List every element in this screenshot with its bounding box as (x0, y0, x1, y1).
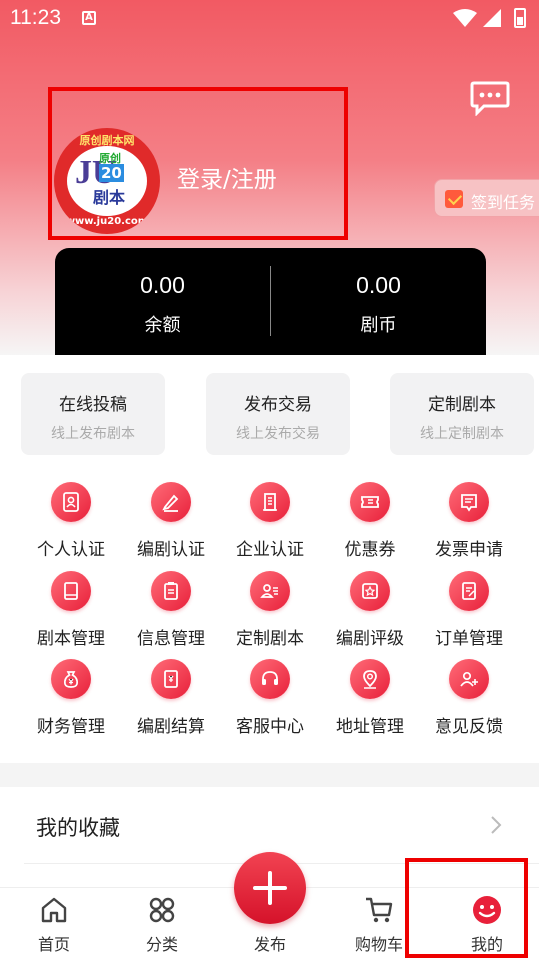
grid-invoice[interactable]: 发票申请 (415, 482, 523, 562)
grid-service-center[interactable]: 客服中心 (216, 659, 324, 739)
tab-label: 分类 (145, 935, 178, 954)
card-subtitle: 线上发布交易 (236, 426, 320, 442)
balance-label: 余额 (144, 315, 181, 336)
grid-company-cert[interactable]: 企业认证 (216, 482, 324, 562)
card-subtitle: 线上定制剧本 (420, 426, 504, 442)
grid-info-manage[interactable]: 信息管理 (117, 571, 225, 651)
feedback-icon (449, 659, 489, 699)
logo-number: 20 (99, 164, 124, 182)
headset-icon (250, 659, 290, 699)
grid-label: 优惠券 (344, 540, 396, 560)
grid-label: 发票申请 (435, 540, 503, 560)
category-icon (149, 897, 175, 923)
grid-custom-script[interactable]: 定制剧本 (216, 571, 324, 651)
grid-address-manage[interactable]: 地址管理 (316, 659, 424, 739)
status-bar: 11:23 A (0, 0, 539, 36)
checkin-label: 签到任务 (471, 193, 536, 212)
cart-icon (366, 897, 393, 923)
clipboard-icon (151, 571, 191, 611)
mine-highlight-box (405, 858, 528, 958)
grid-script-manage[interactable]: 剧本管理 (17, 571, 125, 651)
chevron-right-icon (491, 816, 502, 834)
grid-label: 编剧认证 (137, 540, 205, 560)
coin-value: 0.00 (356, 272, 401, 298)
grid-coupon[interactable]: 优惠券 (316, 482, 424, 562)
grid-label: 地址管理 (336, 717, 404, 737)
grid-label: 订单管理 (435, 629, 503, 649)
grid-label: 意见反馈 (435, 717, 503, 737)
checkin-task-button[interactable]: 签到任务 (434, 179, 539, 217)
grid-finance-manage[interactable]: 财务管理 (17, 659, 125, 739)
money-bag-icon (51, 659, 91, 699)
book-icon (51, 571, 91, 611)
grid-label: 剧本管理 (37, 629, 105, 649)
card-subtitle: 线上发布剧本 (51, 426, 135, 442)
grid-label: 个人认证 (37, 540, 105, 560)
grid-label: 编剧评级 (336, 629, 404, 649)
logo-script-name: 剧本 (93, 188, 126, 207)
balance-block[interactable]: 0.00 余额 (55, 248, 270, 356)
login-register-link[interactable]: 登录/注册 (177, 160, 277, 194)
grid-writer-rating[interactable]: 编剧评级 (316, 571, 424, 651)
ledger-icon (151, 659, 191, 699)
status-time: 11:23 (10, 6, 61, 29)
status-icons (453, 8, 526, 28)
grid-label: 编剧结算 (137, 717, 205, 737)
pen-icon (151, 482, 191, 522)
tab-category[interactable]: 分类 (122, 888, 202, 959)
favorites-title: 我的收藏 (36, 816, 120, 840)
grid-label: 定制剧本 (236, 629, 304, 649)
publish-fab-button[interactable] (234, 852, 306, 924)
card-publish-trade[interactable]: 发布交易 线上发布交易 (206, 373, 350, 455)
user-list-icon (250, 571, 290, 611)
signal-icon (483, 9, 501, 27)
card-title: 定制剧本 (428, 395, 496, 415)
grid-label: 信息管理 (137, 629, 205, 649)
logo-url-text: www.ju20.com (65, 216, 149, 227)
card-custom-script[interactable]: 定制剧本 线上定制剧本 (390, 373, 534, 455)
grid-writer-cert[interactable]: 编剧认证 (117, 482, 225, 562)
wifi-icon (453, 9, 477, 27)
notification-icon: A (82, 11, 96, 25)
grid-label: 客服中心 (236, 717, 304, 737)
coupon-icon (350, 482, 390, 522)
logo-inner-circle: JU 原创 20 剧本 (67, 146, 147, 216)
order-icon (449, 571, 489, 611)
grid-feedback[interactable]: 意见反馈 (415, 659, 523, 739)
grid-label: 企业认证 (236, 540, 304, 560)
person-card-icon (51, 482, 91, 522)
card-title: 在线投稿 (59, 395, 127, 415)
grid-label: 财务管理 (37, 717, 105, 737)
wallet-panel: 0.00 余额 0.00 剧币 (55, 248, 486, 356)
home-icon (41, 897, 67, 923)
building-icon (250, 482, 290, 522)
star-badge-icon (350, 571, 390, 611)
tab-label: 发布 (253, 935, 286, 954)
balance-value: 0.00 (140, 272, 185, 298)
grid-order-manage[interactable]: 订单管理 (415, 571, 523, 651)
grid-personal-cert[interactable]: 个人认证 (17, 482, 125, 562)
tab-home[interactable]: 首页 (14, 888, 94, 959)
message-icon[interactable] (470, 80, 510, 116)
location-icon (350, 659, 390, 699)
grid-writer-settlement[interactable]: 编剧结算 (117, 659, 225, 739)
site-logo[interactable]: 原创剧本网 JU 原创 20 剧本 www.ju20.com (54, 128, 160, 234)
coin-label: 剧币 (360, 315, 397, 336)
invoice-icon (449, 482, 489, 522)
card-online-submit[interactable]: 在线投稿 线上发布剧本 (21, 373, 165, 455)
checkin-icon (445, 190, 463, 208)
tab-label: 首页 (37, 935, 70, 954)
coin-block[interactable]: 0.00 剧币 (271, 248, 486, 356)
card-title: 发布交易 (244, 395, 312, 415)
